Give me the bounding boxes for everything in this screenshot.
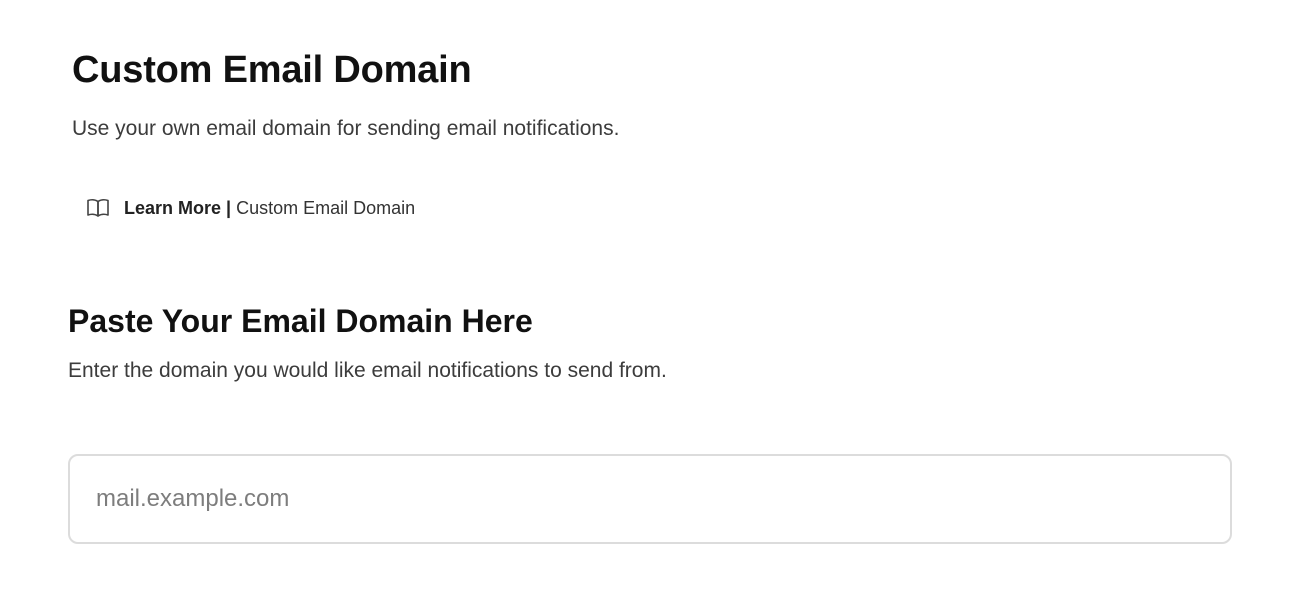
learn-more-label: Learn More (124, 198, 222, 218)
domain-input-wrapper (68, 454, 1232, 544)
page-title: Custom Email Domain (72, 49, 472, 91)
domain-input[interactable] (70, 456, 1230, 542)
section-description: Enter the domain you would like email no… (68, 359, 667, 382)
section-title: Paste Your Email Domain Here (68, 303, 533, 339)
learn-more-text: Learn More | Custom Email Domain (124, 196, 415, 220)
learn-more-topic: Custom Email Domain (236, 198, 416, 218)
page-description: Use your own email domain for sending em… (72, 117, 620, 140)
book-icon (86, 197, 110, 219)
custom-email-domain-page: Custom Email Domain Use your own email d… (0, 0, 1302, 600)
learn-more-link[interactable]: Learn More | Custom Email Domain (86, 196, 415, 220)
learn-more-separator: | (226, 198, 232, 218)
